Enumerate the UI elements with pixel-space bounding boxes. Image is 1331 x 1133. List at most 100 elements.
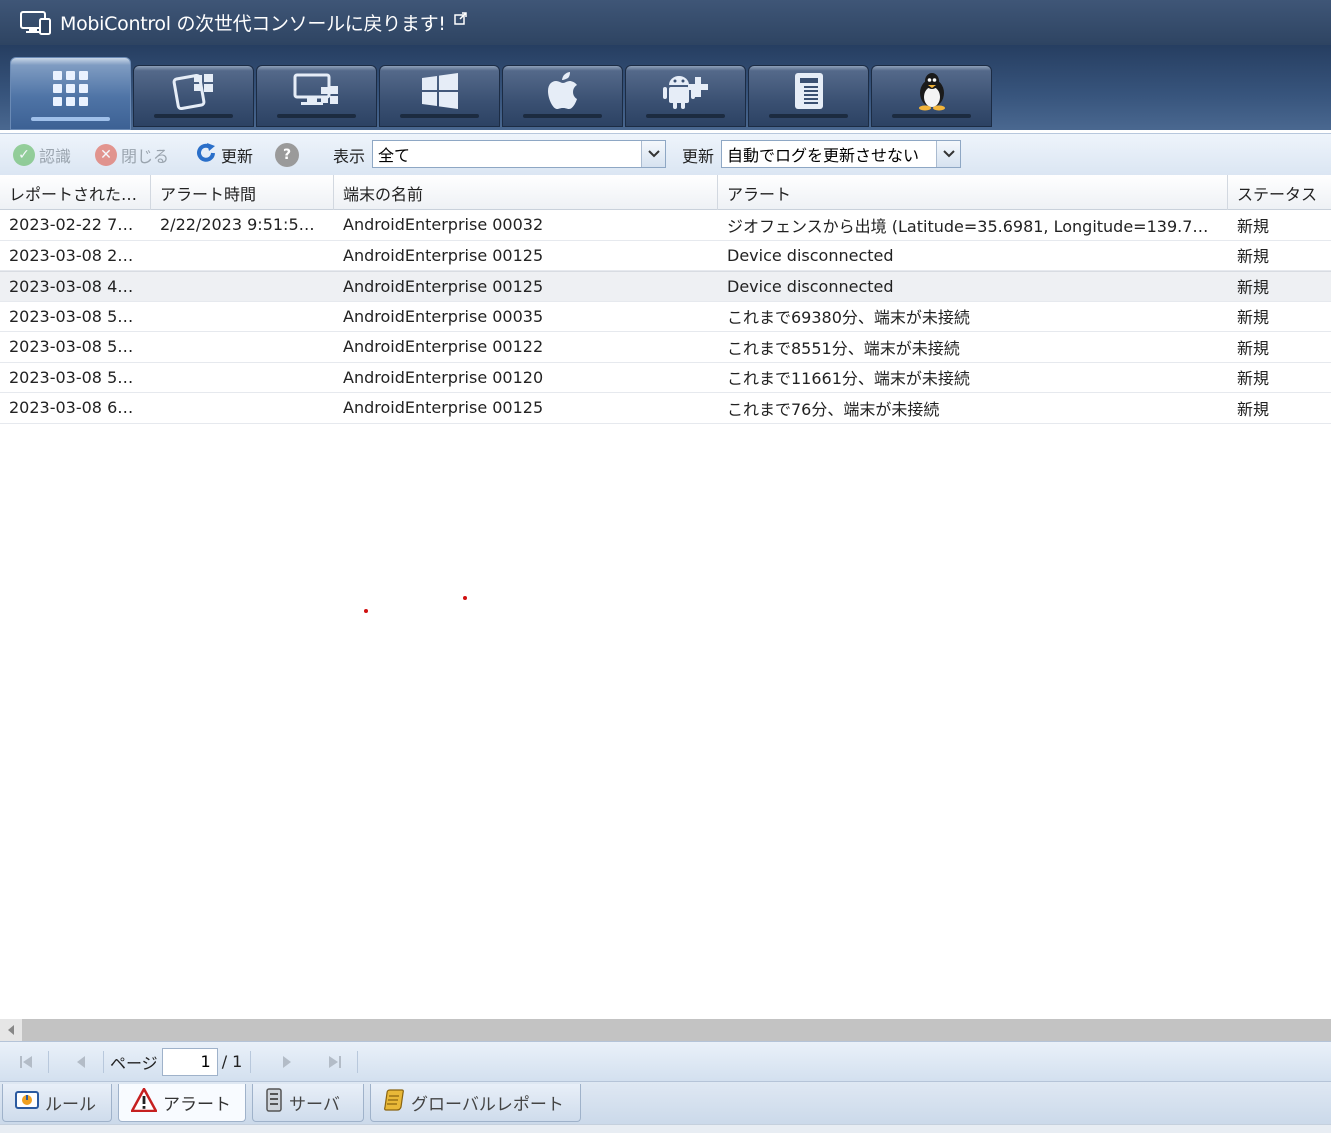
help-button[interactable]: ? [275,142,300,167]
cell-status: 新規 [1237,247,1270,267]
refresh-button[interactable]: 更新 [195,142,253,168]
acknowledge-label: 認識 [39,146,72,166]
monitor-icon [20,10,52,36]
tab-linux[interactable] [871,65,992,127]
windows-desktop-icon [293,73,338,105]
close-alert-button[interactable]: ✕ 閉じる [95,143,169,167]
page-label: ページ [110,1053,158,1073]
stray-dot [364,609,368,613]
cell-reported: 2023-03-08 5… [9,367,134,387]
tab-alerts-label: アラート [163,1095,231,1115]
cell-status: 新規 [1237,338,1270,358]
apple-icon [547,72,577,109]
show-filter-label: 表示 [333,146,366,166]
android-plus-icon [662,76,708,109]
tab-windows-mobile[interactable] [133,65,254,127]
column-header-reported[interactable]: レポートされた… [0,175,151,210]
cell-alert: これまで69380分、端末が未接続 [727,308,970,328]
last-page-icon[interactable] [323,1050,347,1074]
external-link-icon[interactable] [453,10,467,25]
tab-rules[interactable]: ルール [2,1084,112,1122]
report-icon [383,1089,405,1116]
next-page-icon[interactable] [275,1050,299,1074]
tab-printer[interactable] [748,65,869,127]
windows-mobile-icon [172,73,213,111]
cell-device-name: AndroidEnterprise 00035 [343,306,544,326]
tab-servers[interactable]: サーバ [252,1084,364,1122]
cell-device-name: AndroidEnterprise 00032 [343,215,544,235]
acknowledge-button[interactable]: ✓ 認識 [13,143,71,167]
cell-alert: これまで76分、端末が未接続 [727,399,940,419]
close-label: 閉じる [121,146,170,166]
tab-android-plus[interactable] [625,65,746,127]
refresh-icon [195,142,217,168]
tab-global-report-label: グローバルレポート [411,1095,564,1115]
cell-alert: ジオフェンスから出境 (Latitude=35.6981, Longitude=… [727,216,1209,236]
cell-device-name: AndroidEnterprise 00120 [343,367,544,387]
update-mode-label: 更新 [682,146,715,166]
cell-reported: 2023-03-08 5… [9,337,134,357]
tab-rules-label: ルール [45,1095,96,1115]
cell-alert-time: 2/22/2023 9:51:5… [160,215,315,235]
first-page-icon[interactable] [14,1050,38,1074]
tab-global-report[interactable]: グローバルレポート [370,1084,581,1122]
table-row[interactable]: 2023-03-08 5… AndroidEnterprise 00120 これ… [0,363,1331,393]
tab-windows-modern[interactable] [379,65,500,127]
cell-reported: 2023-03-08 4… [9,276,134,296]
tab-alerts[interactable]: アラート [118,1084,246,1122]
cell-alert: Device disconnected [727,276,894,296]
table-row[interactable]: 2023-03-08 2… AndroidEnterprise 00125 De… [0,241,1331,271]
cell-status: 新規 [1237,308,1270,328]
table-row[interactable]: 2023-03-08 5… AndroidEnterprise 00035 これ… [0,302,1331,332]
status-strip [0,1124,1331,1133]
column-header-alert[interactable]: アラート [718,175,1228,210]
help-icon: ? [275,142,300,167]
previous-page-icon[interactable] [69,1050,93,1074]
alert-grid-body: 2023-02-22 7… 2/22/2023 9:51:5… AndroidE… [0,210,1331,424]
pagination-bar: ページ / 1 [0,1041,1331,1081]
tab-apple[interactable] [502,65,623,127]
server-icon [265,1088,283,1117]
linux-penguin-icon [918,73,945,111]
windows-logo-icon [421,73,458,109]
cell-alert: Device disconnected [727,245,894,265]
close-icon: ✕ [95,143,118,166]
cell-device-name: AndroidEnterprise 00125 [343,398,544,418]
table-row[interactable]: 2023-03-08 6… AndroidEnterprise 00125 これ… [0,393,1331,424]
alert-grid-header: レポートされた… アラート時間 端末の名前 アラート ステータス [0,175,1331,210]
printer-icon [794,73,823,109]
update-mode-select[interactable]: 自動でログを更新させない [721,140,961,168]
show-filter-select[interactable]: 全て [372,140,666,168]
cell-device-name: AndroidEnterprise 00125 [343,245,544,265]
alert-toolbar: ✓ 認識 ✕ 閉じる 更新 ? 表示 全て 更新 自動でログを更新させない [0,133,1331,175]
cell-alert: これまで11661分、端末が未接続 [727,369,970,389]
cell-status: 新規 [1237,278,1270,298]
chevron-down-icon [641,141,665,167]
column-header-alert-time[interactable]: アラート時間 [151,175,334,210]
cell-status: 新規 [1237,216,1270,236]
cell-device-name: AndroidEnterprise 00122 [343,337,544,357]
column-header-status[interactable]: ステータス [1228,175,1331,210]
column-header-device-name[interactable]: 端末の名前 [334,175,718,210]
refresh-label: 更新 [221,146,254,166]
rule-icon [15,1089,39,1116]
scroll-left-icon[interactable] [0,1019,22,1041]
stray-dot [463,596,467,600]
cell-reported: 2023-02-22 7… [9,215,134,235]
chevron-down-icon [936,141,960,167]
table-row[interactable]: 2023-03-08 4… AndroidEnterprise 00125 De… [0,271,1331,302]
show-filter-value: 全て [378,146,411,165]
horizontal-scrollbar[interactable] [0,1019,1331,1041]
warning-icon [130,1087,158,1117]
back-to-console-link[interactable]: MobiControl の次世代コンソールに戻ります! [60,9,446,36]
page-number-input[interactable] [161,1047,218,1076]
tab-all-devices[interactable] [10,57,131,130]
table-row[interactable]: 2023-02-22 7… 2/22/2023 9:51:5… AndroidE… [0,210,1331,241]
cell-reported: 2023-03-08 2… [9,245,134,265]
top-banner: MobiControl の次世代コンソールに戻ります! [0,0,1331,45]
tab-servers-label: サーバ [289,1095,340,1115]
table-row[interactable]: 2023-03-08 5… AndroidEnterprise 00122 これ… [0,332,1331,363]
grid-icon [52,70,88,106]
tab-windows-desktop[interactable] [256,65,377,127]
cell-alert: これまで8551分、端末が未接続 [727,338,960,358]
